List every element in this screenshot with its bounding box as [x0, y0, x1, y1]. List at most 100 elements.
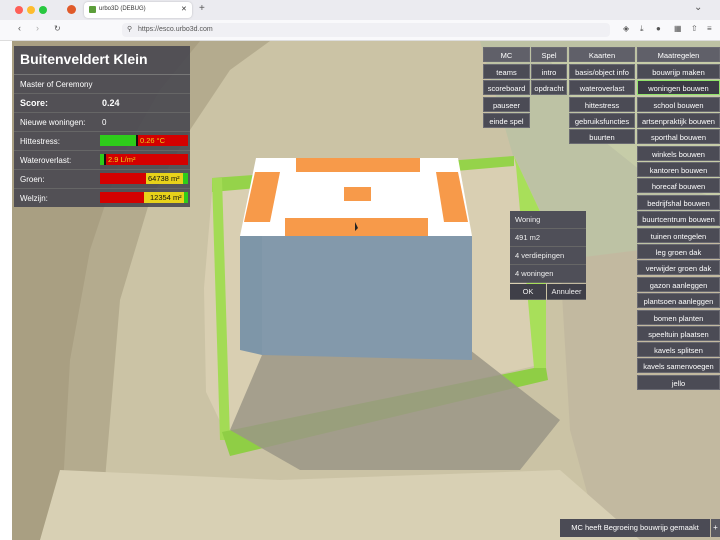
water-value: 2.9 L/m² — [108, 155, 136, 164]
window-maximize-button[interactable] — [39, 6, 47, 14]
menu-item-bedrijfshal-bouwen[interactable]: bedrijfshal bouwen — [637, 195, 720, 210]
menu-item-gebruiksfuncties[interactable]: gebruiksfuncties — [569, 113, 635, 128]
menu-item-kavels-splitsen[interactable]: kavels splitsen — [637, 342, 720, 357]
menu-item-einde-spel[interactable]: einde spel — [483, 113, 530, 128]
menu-header-spel[interactable]: Spel — [531, 47, 567, 62]
menu-item-verwijder-groen-dak[interactable]: verwijder groen dak — [637, 260, 720, 275]
score-row: Score: 0.24 — [14, 94, 190, 113]
homes-label: Nieuwe woningen: — [20, 118, 86, 127]
menu-item-buurtcentrum-bouwen[interactable]: buurtcentrum bouwen — [637, 211, 720, 226]
shield-icon[interactable]: ◈ — [623, 25, 631, 33]
forward-arrow-icon[interactable]: › — [36, 23, 39, 33]
heat-bar-marker — [136, 135, 138, 146]
window-minimize-button[interactable] — [27, 6, 35, 14]
score-value: 0.24 — [102, 98, 120, 108]
menu-header-maatregelen[interactable]: Maatregelen — [637, 47, 720, 62]
new-tab-button[interactable]: + — [199, 3, 205, 14]
wellbeing-bar-green — [184, 192, 188, 203]
menu-item-sporthal-bouwen[interactable]: sporthal bouwen — [637, 129, 720, 144]
menu-item-pauseer[interactable]: pauseer — [483, 97, 530, 112]
menu-item-opdracht[interactable]: opdracht — [531, 80, 567, 95]
close-tab-icon[interactable]: ✕ — [181, 5, 187, 13]
green-value: 64738 m² — [148, 174, 180, 183]
menu-header-mc[interactable]: MC — [483, 47, 530, 62]
menu-item-intro[interactable]: intro — [531, 64, 567, 79]
status-expand-button[interactable]: + — [711, 519, 720, 537]
green-bar-red — [100, 173, 146, 184]
water-label: Wateroverlast: — [20, 156, 72, 165]
dialog-homes[interactable]: 4 woningen — [510, 265, 586, 283]
menu-item-artsenpraktijk-bouwen[interactable]: artsenpraktijk bouwen — [637, 113, 720, 128]
menu-item-gazon-aanleggen[interactable]: gazon aanleggen — [637, 277, 720, 292]
water-bar-marker — [104, 154, 106, 165]
water-row: Wateroverlast: 2.9 L/m² — [14, 151, 190, 170]
menu-item-horecaf-bouwen[interactable]: horecaf bouwen — [637, 178, 720, 193]
menu-item-wateroverlast[interactable]: wateroverlast — [569, 80, 635, 95]
menu-item-bouwrijp-maken[interactable]: bouwrijp maken — [637, 64, 720, 79]
role-row: Master of Ceremony — [14, 75, 190, 94]
menu-item-buurten[interactable]: buurten — [569, 129, 635, 144]
menu-item-bomen-planten[interactable]: bomen planten — [637, 310, 720, 325]
address-bar[interactable]: ⚲ https://esco.urbo3d.com — [122, 23, 610, 37]
browser-tab-bar: urbo3D (DEBUG) ✕ + ⌄ — [0, 0, 720, 20]
page-margin — [0, 41, 12, 540]
menu-item-jello[interactable]: jello — [637, 375, 720, 390]
back-arrow-icon[interactable]: ‹ — [18, 23, 21, 33]
water-bar: 2.9 L/m² — [100, 154, 188, 165]
building-front — [262, 236, 472, 360]
dialog-area: 491 m2 — [510, 229, 586, 247]
download-icon[interactable]: ⤓ — [640, 25, 648, 33]
menu-item-speeltuin-plaatsen[interactable]: speeltuin plaatsen — [637, 326, 720, 341]
heat-row: Hittestress: 0.26 °C — [14, 132, 190, 151]
menu-item-winkels-bouwen[interactable]: winkels bouwen — [637, 146, 720, 161]
role-label: Master of Ceremony — [20, 80, 93, 89]
tab-title: urbo3D (DEBUG) — [99, 6, 146, 12]
roof-panel-center — [344, 187, 371, 201]
url-text: https://esco.urbo3d.com — [138, 26, 213, 33]
tab-list-chevron-icon[interactable]: ⌄ — [694, 2, 702, 13]
menu-item-basis-object-info[interactable]: basis/object info — [569, 64, 635, 79]
pinned-tab-icon[interactable] — [67, 5, 76, 14]
homes-row: Nieuwe woningen: 0 — [14, 113, 190, 132]
green-row: Groen: 64738 m² — [14, 170, 190, 189]
menu-icon[interactable]: ≡ — [707, 25, 715, 33]
extension-icon[interactable]: ● — [656, 25, 664, 33]
wellbeing-row: Welzijn: 12354 m² — [14, 189, 190, 207]
status-message: MC heeft Begroeing bouwrijp gemaakt — [560, 519, 710, 537]
menu-item-kantoren-bouwen[interactable]: kantoren bouwen — [637, 162, 720, 177]
info-panel: Buitenveldert Klein Master of Ceremony S… — [14, 46, 190, 207]
menu-item-hittestress[interactable]: hittestress — [569, 97, 635, 112]
wellbeing-bar-red — [100, 192, 144, 203]
window-close-button[interactable] — [15, 6, 23, 14]
share-icon[interactable]: ⇧ — [691, 25, 699, 33]
dialog-ok-button[interactable]: OK — [510, 284, 546, 300]
browser-nav-bar: ‹ › ↻ ⚲ https://esco.urbo3d.com ◈ ⤓ ● ▦ … — [0, 20, 720, 41]
menu-item-tuinen-ontegelen[interactable]: tuinen ontegelen — [637, 228, 720, 243]
green-label: Groen: — [20, 175, 45, 184]
roof-panel-top — [296, 158, 420, 172]
dialog-floors[interactable]: 4 verdiepingen — [510, 247, 586, 265]
search-icon: ⚲ — [127, 26, 133, 33]
site-favicon-icon — [89, 6, 96, 13]
green-bar-green — [183, 173, 188, 184]
heat-bar-green — [100, 135, 138, 146]
menu-item-leg-groen-dak[interactable]: leg groen dak — [637, 244, 720, 259]
reload-icon[interactable]: ↻ — [54, 24, 61, 33]
wellbeing-value: 12354 m² — [150, 193, 182, 202]
score-label: Score: — [20, 98, 49, 108]
wellbeing-bar: 12354 m² — [100, 192, 188, 203]
menu-item-scoreboard[interactable]: scoreboard — [483, 80, 530, 95]
green-bar: 64738 m² — [100, 173, 188, 184]
menu-item-kavels-samenvoegen[interactable]: kavels samenvoegen — [637, 358, 720, 373]
menu-item-woningen-bouwen[interactable]: woningen bouwen — [637, 80, 720, 95]
menu-item-school-bouwen[interactable]: school bouwen — [637, 97, 720, 112]
apps-grid-icon[interactable]: ▦ — [674, 25, 682, 33]
menu-item-plantsoen-aanleggen[interactable]: plantsoen aanleggen — [637, 293, 720, 308]
browser-tab[interactable]: urbo3D (DEBUG) ✕ — [84, 2, 192, 18]
menu-item-teams[interactable]: teams — [483, 64, 530, 79]
menu-header-kaarten[interactable]: Kaarten — [569, 47, 635, 62]
path-bottom — [40, 470, 640, 540]
wellbeing-label: Welzijn: — [20, 194, 48, 203]
dialog-title: Woning — [510, 211, 586, 229]
dialog-cancel-button[interactable]: Annuleer — [547, 284, 586, 300]
